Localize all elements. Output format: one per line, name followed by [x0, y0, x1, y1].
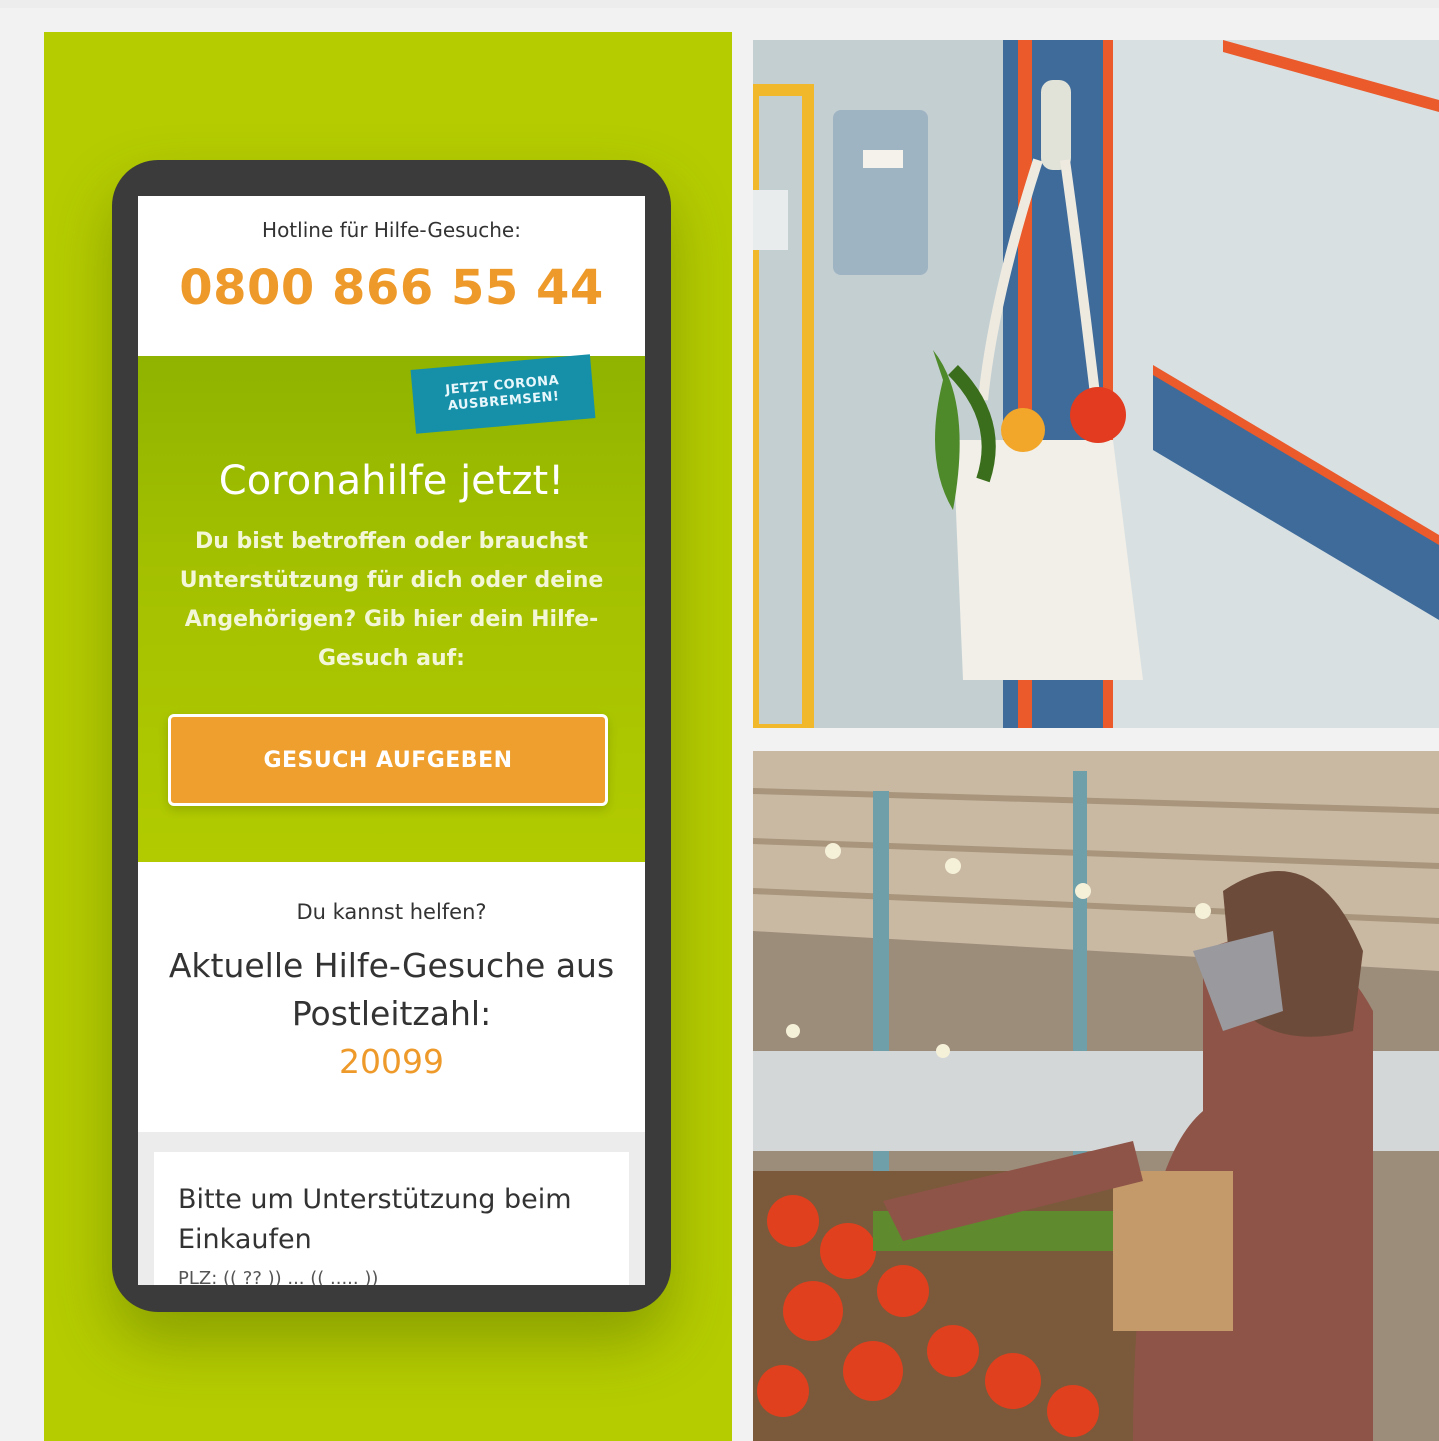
- phone-mockup: Hotline für Hilfe-Gesuche: 0800 866 55 4…: [112, 160, 671, 1312]
- hotline-section: Hotline für Hilfe-Gesuche: 0800 866 55 4…: [138, 196, 645, 356]
- request-card[interactable]: Bitte um Unterstützung beim Einkaufen PL…: [154, 1152, 629, 1285]
- help-title: Aktuelle Hilfe-Gesuche aus Postleitzahl:: [168, 946, 615, 1033]
- tote-bag-photo: [753, 40, 1439, 728]
- phone-screen: Hotline für Hilfe-Gesuche: 0800 866 55 4…: [138, 196, 645, 1285]
- market-illustration: [753, 751, 1439, 1441]
- postal-code: 20099: [339, 1042, 444, 1081]
- market-photo: [753, 751, 1439, 1441]
- hero-section: JETZT CORONA AUSBREMSEN! Coronahilfe jet…: [138, 354, 645, 862]
- request-card-title: Bitte um Unterstützung beim Einkaufen: [178, 1184, 572, 1255]
- help-subtitle: Du kannst helfen?: [296, 900, 487, 924]
- request-card-meta: PLZ: (( ?? )) ... (( ..... )): [178, 1268, 379, 1285]
- hotline-label: Hotline für Hilfe-Gesuche:: [262, 218, 521, 242]
- submit-request-button[interactable]: GESUCH AUFGEBEN: [168, 714, 608, 806]
- request-list: Bitte um Unterstützung beim Einkaufen PL…: [138, 1132, 645, 1285]
- tote-bag-illustration: [753, 40, 1439, 728]
- hero-text: Du bist betroffen oder brauchst Unterstü…: [179, 529, 604, 671]
- help-section: Du kannst helfen? Aktuelle Hilfe-Gesuche…: [138, 862, 645, 1132]
- hotline-number[interactable]: 0800 866 55 44: [138, 260, 645, 316]
